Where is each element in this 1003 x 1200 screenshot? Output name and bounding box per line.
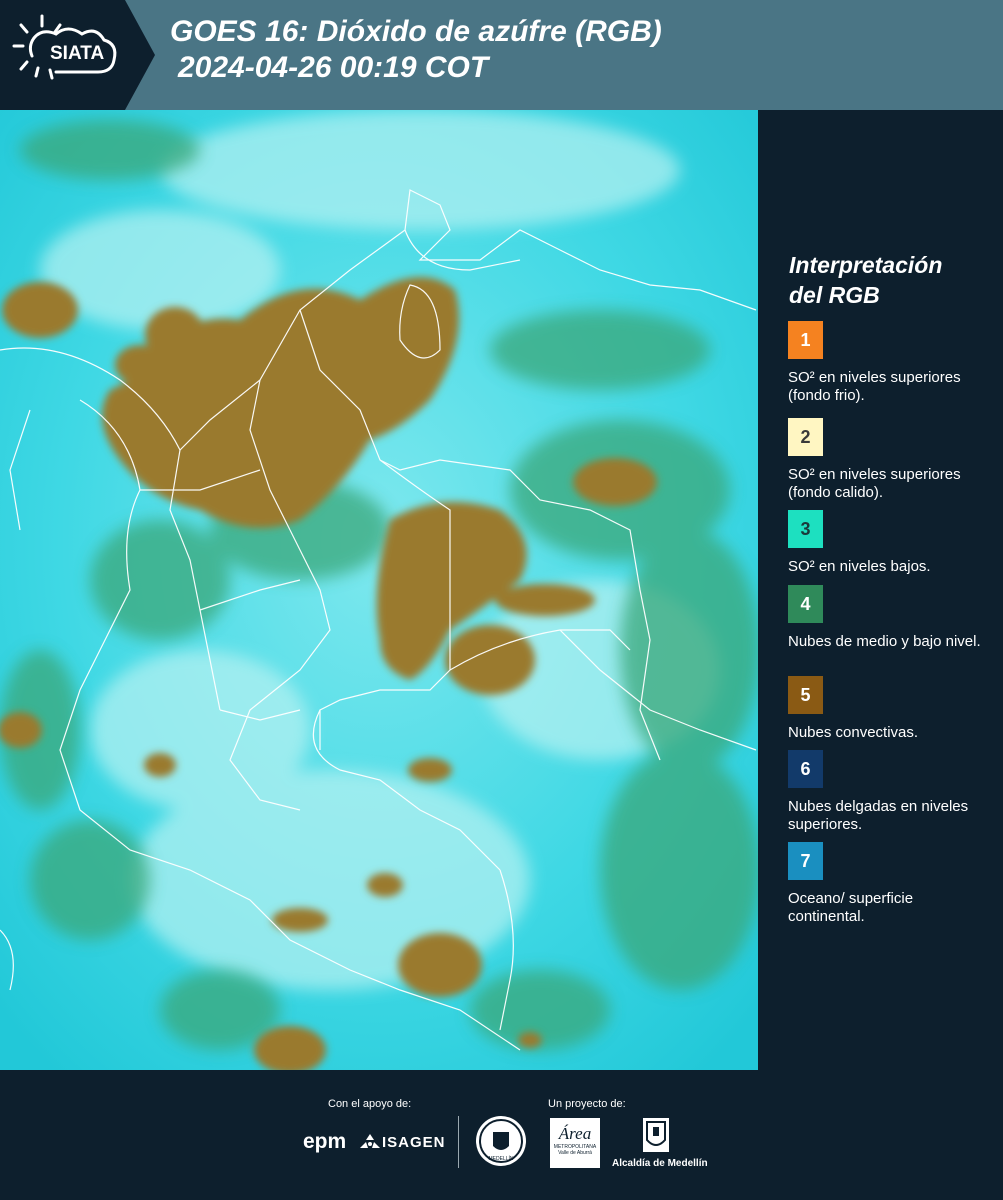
legend-item-1: 1 SO² en niveles superiores (fondo frio)… bbox=[788, 321, 993, 405]
legend-swatch-3: 3 bbox=[788, 510, 823, 548]
legend-swatch-5: 5 bbox=[788, 676, 823, 714]
legend-item-3: 3 SO² en niveles bajos. bbox=[788, 510, 993, 576]
legend-label-3: SO² en niveles bajos. bbox=[788, 558, 931, 575]
legend-item-5: 5 Nubes convectivas. bbox=[788, 676, 993, 742]
legend-label-1: SO² en niveles superiores (fondo frio). bbox=[788, 369, 961, 404]
footer-divider bbox=[458, 1116, 459, 1168]
legend-swatch-7: 7 bbox=[788, 842, 823, 880]
legend-label-4: Nubes de medio y bajo nivel. bbox=[788, 633, 981, 650]
legend-label-6: Nubes delgadas en niveles superiores. bbox=[788, 798, 969, 833]
medellin-shield-icon bbox=[643, 1118, 669, 1152]
title-line-1: GOES 16: Dióxido de azúfre (RGB) bbox=[170, 15, 662, 48]
header-bar: SIATA GOES 16: Dióxido de azúfre (RGB) 2… bbox=[0, 0, 1003, 110]
footer: Con el apoyo de: Un proyecto de: epm ISA… bbox=[0, 1070, 1003, 1200]
legend-swatch-6: 6 bbox=[788, 750, 823, 788]
isagen-logo: ISAGEN bbox=[382, 1134, 446, 1151]
legend-swatch-1: 1 bbox=[788, 321, 823, 359]
isagen-icon bbox=[360, 1134, 380, 1152]
legend-swatch-4: 4 bbox=[788, 585, 823, 623]
rgb-composite-image bbox=[0, 110, 758, 1070]
siata-logo: SIATA bbox=[0, 0, 155, 110]
legend-title-line-1: Interpretación bbox=[789, 252, 943, 278]
medellin-seal-icon: MEDELLÍN bbox=[476, 1116, 526, 1166]
legend-label-5: Nubes convectivas. bbox=[788, 724, 919, 741]
legend-title-line-2: del RGB bbox=[789, 282, 880, 308]
legend-title: Interpretación del RGB bbox=[789, 250, 989, 310]
area-sub-text-2: Valle de Aburrá bbox=[558, 1150, 592, 1156]
alcaldia-label: Alcaldía de Medellín bbox=[612, 1158, 708, 1169]
area-text: Área bbox=[558, 1124, 592, 1143]
legend-panel: Interpretación del RGB 1 SO² en niveles … bbox=[760, 110, 1003, 1070]
project-label: Un proyecto de: bbox=[548, 1098, 626, 1110]
epm-logo: epm bbox=[303, 1130, 346, 1154]
legend-item-7: 7 Oceano/ superficie continental. bbox=[788, 842, 993, 926]
page-title: GOES 16: Dióxido de azúfre (RGB) 2024-04… bbox=[170, 14, 662, 86]
seal-text: MEDELLÍN bbox=[488, 1155, 513, 1162]
legend-label-2: SO² en niveles superiores (fondo calido)… bbox=[788, 466, 961, 501]
title-line-2: 2024-04-26 00:19 COT bbox=[178, 51, 489, 84]
legend-item-6: 6 Nubes delgadas en niveles superiores. bbox=[788, 750, 993, 834]
logo-text: SIATA bbox=[50, 43, 105, 64]
legend-item-2: 2 SO² en niveles superiores (fondo calid… bbox=[788, 418, 993, 502]
area-metropolitana-logo: Área METROPOLITANA Valle de Aburrá bbox=[550, 1118, 600, 1168]
satellite-map bbox=[0, 110, 758, 1070]
epm-text: epm bbox=[303, 1130, 347, 1153]
legend-item-4: 4 Nubes de medio y bajo nivel. bbox=[788, 585, 993, 651]
support-label: Con el apoyo de: bbox=[328, 1098, 412, 1110]
legend-swatch-2: 2 bbox=[788, 418, 823, 456]
legend-label-7: Oceano/ superficie continental. bbox=[788, 890, 914, 925]
